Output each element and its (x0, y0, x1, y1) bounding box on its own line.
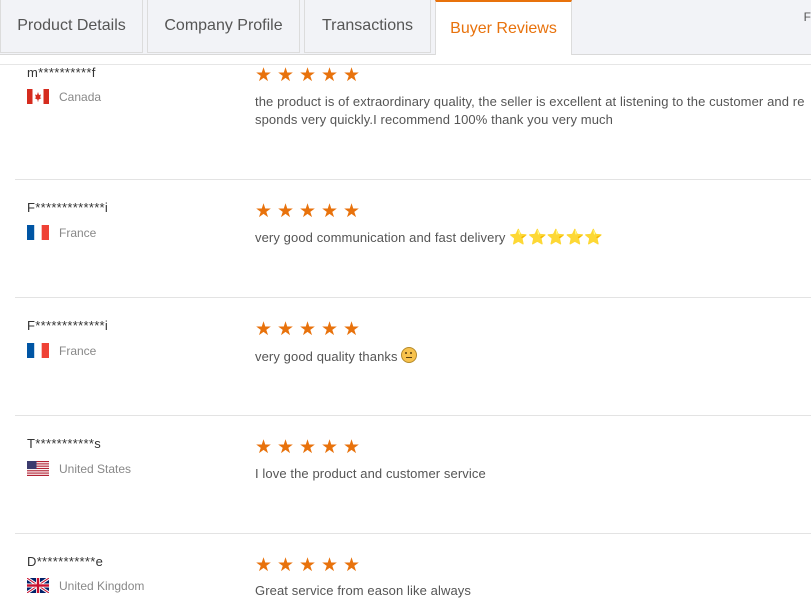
country-name: France (59, 225, 97, 240)
tab-bar: Product Details Company Profile Transact… (0, 0, 811, 55)
star-emoji-icon: ⭐ (546, 229, 566, 246)
star-emoji-icon: ⭐ (584, 229, 604, 246)
france-flag-icon (27, 343, 49, 358)
reviewer-name: m**********f (27, 65, 96, 80)
review-text-body: very good quality thanks (255, 349, 398, 364)
star-emoji-icon: ⭐ (565, 229, 585, 246)
tab-buyer-reviews[interactable]: Buyer Reviews (435, 0, 572, 55)
reviewer-name: T***********s (27, 436, 101, 451)
star-icon: ★ (277, 555, 295, 576)
rating-stars: ★ ★ ★ ★ ★ (255, 66, 365, 86)
review-divider (15, 415, 811, 416)
star-icon: ★ (255, 319, 273, 340)
star-icon: ★ (321, 437, 339, 458)
review-divider (15, 533, 811, 534)
reviewer-country: United States (27, 461, 131, 476)
review-divider (15, 297, 811, 298)
reviewer-name: D***********e (27, 554, 104, 569)
star-icon: ★ (343, 201, 361, 222)
star-icon: ★ (299, 437, 317, 458)
country-name: United Kingdom (59, 578, 145, 593)
tab-product-details[interactable]: Product Details (0, 0, 143, 53)
tab-company-profile[interactable]: Company Profile (147, 0, 300, 53)
rating-stars: ★ ★ ★ ★ ★ (255, 202, 365, 222)
reviewer-country: France (27, 225, 96, 240)
star-icon: ★ (277, 65, 295, 86)
usa-flag-icon (27, 461, 49, 476)
review-text: the product is of extraordinary quality,… (255, 94, 805, 127)
star-icon: ★ (343, 437, 361, 458)
reviewer-name: F*************i (27, 318, 109, 333)
review-text-body: very good communication and fast deliver… (255, 230, 506, 245)
review-text: very good communication and fast deliver… (255, 229, 811, 247)
star-icon: ★ (299, 201, 317, 222)
star-icon: ★ (321, 65, 339, 86)
canada-flag-icon (27, 89, 49, 104)
star-icon: ★ (343, 555, 361, 576)
country-name: France (59, 343, 97, 358)
reviewer-country: United Kingdom (27, 578, 144, 593)
rating-stars: ★ ★ ★ ★ ★ (255, 320, 365, 340)
star-icon: ★ (277, 319, 295, 340)
star-icon: ★ (277, 437, 295, 458)
france-flag-icon (27, 225, 49, 240)
content-top-border (0, 64, 811, 65)
star-icon: ★ (321, 201, 339, 222)
frowning-face-emoji-icon (401, 347, 418, 363)
star-icon: ★ (255, 555, 273, 576)
star-emoji-icon: ⭐ (528, 229, 547, 246)
reviewer-country: Canada (27, 89, 101, 104)
review-text: very good quality thanks (255, 347, 811, 366)
rating-stars: ★ ★ ★ ★ ★ (255, 556, 365, 576)
rating-stars: ★ ★ ★ ★ ★ (255, 438, 365, 458)
star-icon: ★ (321, 319, 339, 340)
uk-flag-icon (27, 578, 49, 593)
star-icon: ★ (299, 65, 317, 86)
tab-transactions[interactable]: Transactions (304, 0, 431, 53)
star-icon: ★ (343, 319, 361, 340)
star-icon: ★ (299, 555, 317, 576)
star-icon: ★ (255, 201, 273, 222)
review-text: I love the product and customer service (255, 466, 486, 481)
review-divider (15, 179, 811, 180)
reviewer-country: France (27, 343, 96, 358)
star-icon: ★ (343, 65, 361, 86)
star-icon: ★ (255, 65, 273, 86)
star-icon: ★ (277, 201, 295, 222)
country-name: Canada (59, 89, 102, 104)
star-icon: ★ (255, 437, 273, 458)
tab-overflow-label: F (803, 10, 811, 24)
reviewer-name: F*************i (27, 200, 109, 215)
review-text: Great service from eason like always (255, 583, 472, 598)
star-icon: ★ (321, 555, 339, 576)
country-name: United States (59, 461, 132, 476)
star-emoji-icon: ⭐ (509, 229, 529, 246)
star-icon: ★ (299, 319, 317, 340)
